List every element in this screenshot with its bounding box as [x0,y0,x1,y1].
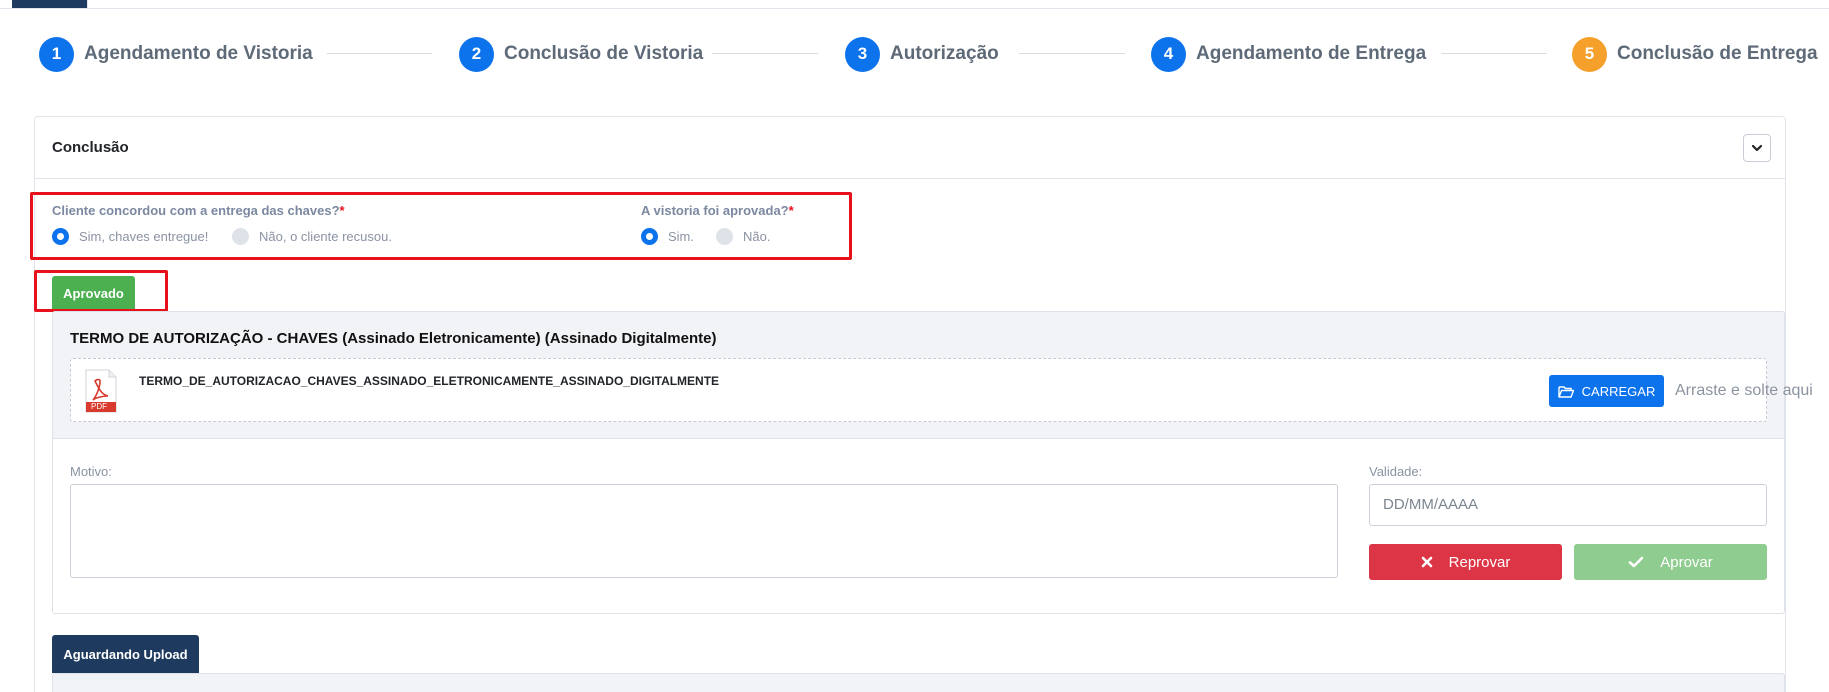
required-mark: * [788,203,794,218]
step-number: 4 [1151,36,1186,72]
reason-textarea[interactable] [70,484,1338,578]
step-label: Autorização [890,43,999,64]
reason-label: Motivo: [70,464,112,479]
radio-keys-no[interactable]: Não, o cliente recusou. [232,228,392,245]
process-stepper: 1 Agendamento de Vistoria 2 Conclusão de… [0,34,1829,74]
step-autorizacao[interactable]: 3 Autorização [845,34,999,74]
keys-question-text: Cliente concordou com a entrega das chav… [52,203,340,218]
radio-label: Sim, chaves entregue! [79,229,209,244]
document-title: TERMO DE AUTORIZAÇÃO - CHAVES (Assinado … [70,330,717,347]
page: 1 Agendamento de Vistoria 2 Conclusão de… [0,0,1829,692]
radio-inspection-no[interactable]: Não. [716,228,770,245]
step-connector [712,53,818,54]
check-icon [1628,556,1644,568]
collapse-button[interactable] [1743,134,1771,162]
uploaded-file-name[interactable]: TERMO_DE_AUTORIZACAO_CHAVES_ASSINADO_ELE… [139,374,719,388]
radio-unselected-indicator [716,228,733,245]
top-tab-active[interactable] [12,0,87,8]
pdf-icon-text: PDF [91,402,107,411]
radio-selected-indicator [641,228,658,245]
card-title: Conclusão [52,139,129,156]
reject-button[interactable]: Reprovar [1369,544,1562,580]
radio-unselected-indicator [232,228,249,245]
validity-label: Validade: [1369,464,1423,479]
inspection-question-label: A vistoria foi aprovada?* [641,203,794,218]
file-dropzone[interactable]: PDF TERMO_DE_AUTORIZACAO_CHAVES_ASSINADO… [70,358,1813,422]
step-label: Conclusão de Entrega [1617,43,1818,64]
approve-button-label: Aprovar [1660,553,1713,571]
step-label: Agendamento de Vistoria [84,43,313,64]
folder-open-icon [1557,385,1574,398]
radio-label: Não. [743,229,771,244]
step-label: Agendamento de Entrega [1196,43,1427,64]
x-icon [1421,556,1432,568]
step-number: 5 [1572,36,1607,72]
inspection-question-text: A vistoria foi aprovada? [641,203,789,218]
top-tab-inactive[interactable] [87,0,1829,8]
step-label: Conclusão de Vistoria [504,43,704,64]
step-connector [327,53,432,54]
reject-button-label: Reprovar [1448,553,1511,571]
radio-label: Sim. [668,229,694,244]
step-connector [1019,53,1125,54]
chevron-down-icon [1751,144,1763,152]
radio-keys-yes[interactable]: Sim, chaves entregue! [52,228,208,245]
radio-selected-indicator [52,228,69,245]
radio-inspection-yes[interactable]: Sim. [641,228,694,245]
top-tab-strip [0,0,1829,9]
step-agendamento-entrega[interactable]: 4 Agendamento de Entrega [1151,34,1426,74]
approve-button[interactable]: Aprovar [1574,544,1767,580]
drop-hint: Arraste e solte aqui [1675,382,1813,399]
validity-date-input[interactable]: DD/MM/AAAA [1369,484,1767,526]
document-header: TERMO DE AUTORIZAÇÃO - CHAVES (Assinado … [53,312,1813,439]
step-agendamento-vistoria[interactable]: 1 Agendamento de Vistoria [39,34,313,74]
upload-button[interactable]: CARREGAR [1549,375,1664,407]
highlight-badge [34,270,168,312]
keys-question-label: Cliente concordou com a entrega das chav… [52,203,345,218]
upload-button-label: CARREGAR [1581,383,1656,399]
step-conclusao-entrega[interactable]: 5 Conclusão de Entrega [1572,34,1818,74]
radio-label: Não, o cliente recusou. [259,229,392,244]
status-badge-awaiting-upload: Aguardando Upload [52,635,199,673]
required-mark: * [339,203,345,218]
document-panel: TERMO DE AUTORIZAÇÃO - CHAVES (Assinado … [52,311,1813,614]
step-number: 1 [39,36,74,72]
step-connector [1441,53,1547,54]
card-header: Conclusão [35,117,1785,179]
step-conclusao-vistoria[interactable]: 2 Conclusão de Vistoria [459,34,703,74]
second-document-panel [52,673,1785,692]
step-number: 3 [845,36,880,72]
step-number: 2 [459,36,494,72]
